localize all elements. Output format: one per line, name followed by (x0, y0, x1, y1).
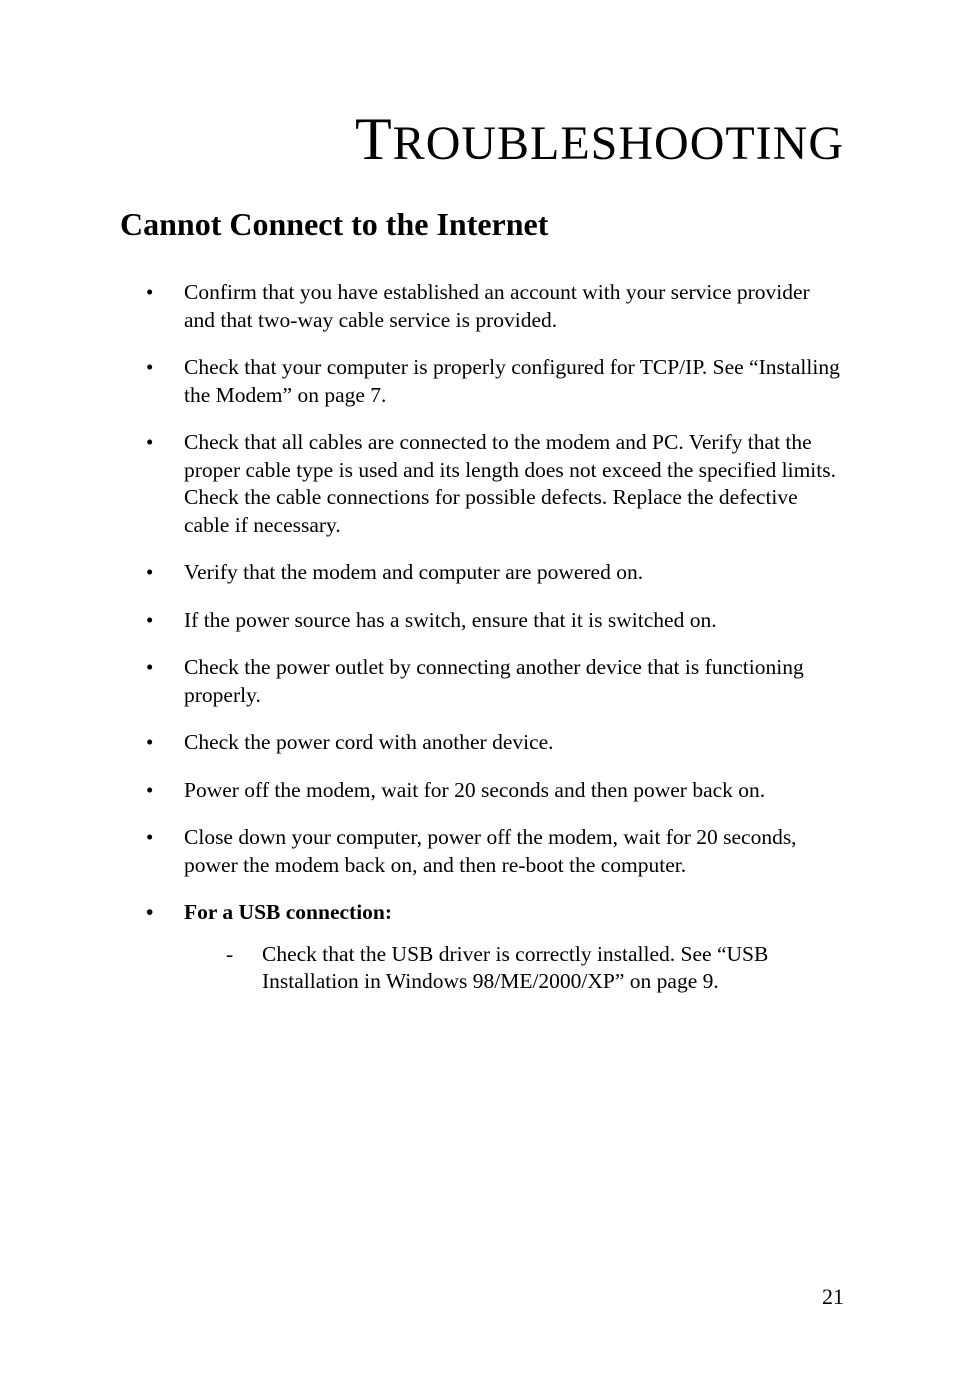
list-item: Check the power cord with another device… (146, 729, 844, 757)
list-item-bold: For a USB connection: Check that the USB… (146, 899, 844, 996)
list-item: Close down your computer, power off the … (146, 824, 844, 879)
section-heading: Cannot Connect to the Internet (120, 206, 844, 243)
list-item-text: Check the power cord with another device… (184, 730, 554, 754)
sub-list-item: Check that the USB driver is correctly i… (226, 941, 844, 996)
list-item-text: For a USB connection: (184, 900, 392, 924)
page-content: TROUBLESHOOTING Cannot Connect to the In… (0, 0, 954, 996)
list-item-text: Check that your computer is properly con… (184, 355, 840, 407)
list-item-text: If the power source has a switch, ensure… (184, 608, 717, 632)
chapter-title-rest: ROUBLESHOOTING (393, 117, 844, 170)
list-item-text: Confirm that you have established an acc… (184, 280, 810, 332)
list-item: Confirm that you have established an acc… (146, 279, 844, 334)
list-item-text: Verify that the modem and computer are p… (184, 560, 643, 584)
list-item-text: Close down your computer, power off the … (184, 825, 797, 877)
sub-list-item-text: Check that the USB driver is correctly i… (262, 942, 768, 994)
list-item-text: Power off the modem, wait for 20 seconds… (184, 778, 765, 802)
list-item-text: Check the power outlet by connecting ano… (184, 655, 804, 707)
list-item-text: Check that all cables are connected to t… (184, 430, 836, 537)
chapter-title-first-letter: T (355, 106, 393, 172)
list-item: Check that all cables are connected to t… (146, 429, 844, 539)
page-number: 21 (822, 1284, 844, 1310)
list-item: If the power source has a switch, ensure… (146, 607, 844, 635)
chapter-title: TROUBLESHOOTING (120, 105, 844, 174)
list-item: Check that your computer is properly con… (146, 354, 844, 409)
bullet-list: Confirm that you have established an acc… (120, 279, 844, 996)
sub-bullet-list: Check that the USB driver is correctly i… (184, 941, 844, 996)
list-item: Verify that the modem and computer are p… (146, 559, 844, 587)
list-item: Check the power outlet by connecting ano… (146, 654, 844, 709)
list-item: Power off the modem, wait for 20 seconds… (146, 777, 844, 805)
